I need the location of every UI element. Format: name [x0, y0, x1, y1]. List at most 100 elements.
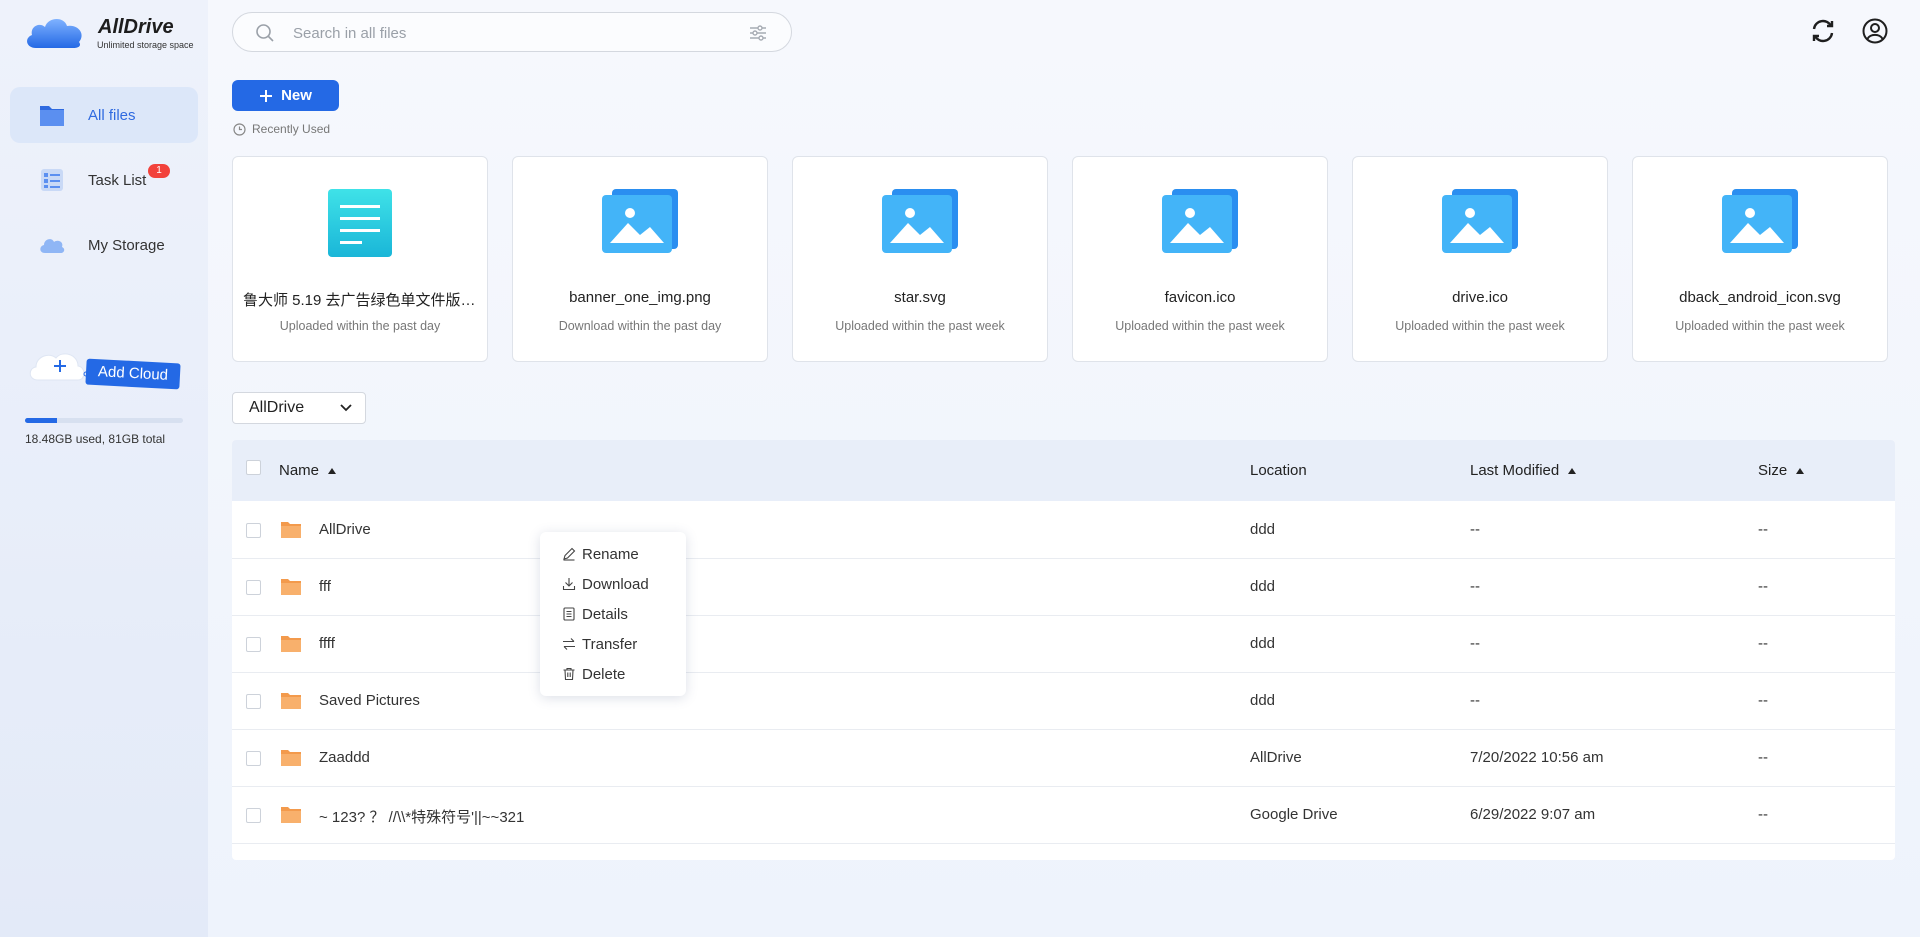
file-size: --	[1758, 578, 1768, 595]
file-name[interactable]: Saved Pictures	[319, 692, 420, 709]
document-icon	[328, 189, 392, 257]
column-header-last-modified[interactable]: Last Modified	[1470, 462, 1577, 479]
context-menu-label: Delete	[582, 665, 626, 683]
recent-file-card[interactable]: dback_android_icon.svg Uploaded within t…	[1632, 156, 1888, 362]
table-header: Name Location Last Modified Size	[232, 440, 1895, 501]
file-name[interactable]: ffff	[319, 635, 335, 652]
file-modified: --	[1470, 635, 1480, 652]
recent-file-time: Download within the past day	[558, 319, 722, 333]
refresh-icon[interactable]	[1810, 18, 1836, 44]
add-cloud-button[interactable]: Add Cloud	[26, 344, 182, 390]
file-modified: --	[1470, 578, 1480, 595]
recent-file-name: 鲁大师 5.19 去广告绿色单文件版....	[243, 292, 477, 309]
table-row[interactable]: ffff ddd -- --	[232, 616, 1895, 673]
image-icon	[882, 189, 958, 253]
drive-select-dropdown[interactable]: AllDrive	[232, 392, 366, 424]
trash-icon	[563, 667, 575, 681]
add-cloud-label: Add Cloud	[85, 358, 181, 390]
folder-icon	[281, 807, 301, 823]
row-checkbox[interactable]	[246, 694, 261, 709]
file-modified: 6/29/2022 9:07 am	[1470, 806, 1596, 823]
context-menu-rename[interactable]: Rename	[562, 543, 639, 565]
file-size: --	[1758, 692, 1768, 709]
pencil-icon	[563, 547, 576, 561]
folder-icon	[281, 579, 301, 595]
folder-icon	[40, 106, 64, 126]
recent-file-time: Uploaded within the past week	[835, 319, 1005, 333]
table-row[interactable]: Zaaddd AllDrive 7/20/2022 10:56 am --	[232, 730, 1895, 787]
folder-icon	[281, 636, 301, 652]
row-checkbox[interactable]	[246, 580, 261, 595]
select-all-checkbox[interactable]	[246, 460, 261, 475]
table-row[interactable]: AllDrive ddd -- --	[232, 502, 1895, 559]
app-logo[interactable]: AllDrive Unlimited storage space	[24, 14, 199, 54]
file-modified: --	[1470, 521, 1480, 538]
sidebar-item-task-list[interactable]: Task List 1	[10, 152, 198, 208]
context-menu-delete[interactable]: Delete	[562, 663, 625, 685]
context-menu-transfer[interactable]: Transfer	[562, 633, 637, 655]
new-button[interactable]: New	[232, 80, 339, 111]
file-location: Google Drive	[1250, 806, 1338, 823]
row-checkbox[interactable]	[246, 751, 261, 766]
row-checkbox[interactable]	[246, 637, 261, 652]
user-account-icon[interactable]	[1862, 18, 1888, 44]
file-size: --	[1758, 806, 1768, 823]
file-location: ddd	[1250, 578, 1276, 595]
cloud-icon	[40, 239, 65, 253]
recently-used-heading: Recently Used	[233, 122, 330, 136]
file-size: --	[1758, 749, 1768, 766]
recent-file-card[interactable]: star.svg Uploaded within the past week	[792, 156, 1048, 362]
column-header-size[interactable]: Size	[1758, 462, 1805, 479]
context-menu-label: Rename	[582, 545, 639, 563]
row-checkbox[interactable]	[246, 523, 261, 538]
transfer-icon	[563, 638, 575, 650]
app-name: AllDrive	[98, 16, 174, 38]
column-header-name[interactable]: Name	[279, 462, 337, 479]
recent-file-name: favicon.ico	[1164, 289, 1236, 306]
sidebar-item-my-storage[interactable]: My Storage	[10, 217, 198, 273]
sort-ascending-icon	[1796, 467, 1805, 474]
file-name[interactable]: Zaaddd	[319, 749, 370, 766]
file-modified: 7/20/2022 10:56 am	[1470, 749, 1604, 766]
context-menu-details[interactable]: Details	[562, 603, 628, 625]
drive-select-value: AllDrive	[249, 399, 305, 416]
image-icon	[1442, 189, 1518, 253]
search-bar[interactable]	[232, 12, 792, 52]
recent-file-time: Uploaded within the past week	[1395, 319, 1565, 333]
sidebar-item-label: My Storage	[88, 236, 165, 254]
sidebar-item-all-files[interactable]: All files	[10, 87, 198, 143]
filter-settings-icon[interactable]	[749, 24, 767, 42]
files-table: Name Location Last Modified Size AllDriv…	[232, 440, 1895, 860]
context-menu-download[interactable]: Download	[562, 573, 649, 595]
add-cloud-icon	[29, 353, 89, 381]
file-name[interactable]: ~ 123? ？ //\\*特殊符号'||~~321	[319, 806, 524, 827]
context-menu-label: Download	[582, 575, 649, 593]
recent-file-card[interactable]: drive.ico Uploaded within the past week	[1352, 156, 1608, 362]
column-header-label: Size	[1758, 462, 1788, 479]
folder-icon	[281, 522, 301, 538]
table-row[interactable]: Saved Pictures ddd -- --	[232, 673, 1895, 730]
recent-file-time: Uploaded within the past week	[1115, 319, 1285, 333]
recent-file-card[interactable]: favicon.ico Uploaded within the past wee…	[1072, 156, 1328, 362]
file-name[interactable]: AllDrive	[319, 521, 371, 538]
recent-file-card[interactable]: banner_one_img.png Download within the p…	[512, 156, 768, 362]
storage-usage-text: 18.48GB used, 81GB total	[25, 432, 166, 446]
file-location: AllDrive	[1250, 749, 1302, 766]
search-input[interactable]	[293, 22, 713, 44]
file-size: --	[1758, 635, 1768, 652]
download-icon	[562, 578, 576, 591]
table-row[interactable]: ~ 123? ？ //\\*特殊符号'||~~321 Google Drive …	[232, 787, 1895, 844]
row-checkbox[interactable]	[246, 808, 261, 823]
sidebar-item-label: All files	[88, 106, 136, 124]
file-size: --	[1758, 521, 1768, 538]
details-icon	[563, 607, 575, 621]
column-header-location: Location	[1250, 462, 1307, 479]
table-row[interactable]: fff ddd -- --	[232, 559, 1895, 616]
image-icon	[602, 189, 678, 253]
image-icon	[1162, 189, 1238, 253]
column-header-label: Name	[279, 462, 320, 479]
recent-file-card[interactable]: 鲁大师 5.19 去广告绿色单文件版.... Uploaded within t…	[232, 156, 488, 362]
search-icon	[256, 24, 274, 42]
recent-file-time: Uploaded within the past week	[1675, 319, 1845, 333]
file-name[interactable]: fff	[319, 578, 331, 595]
